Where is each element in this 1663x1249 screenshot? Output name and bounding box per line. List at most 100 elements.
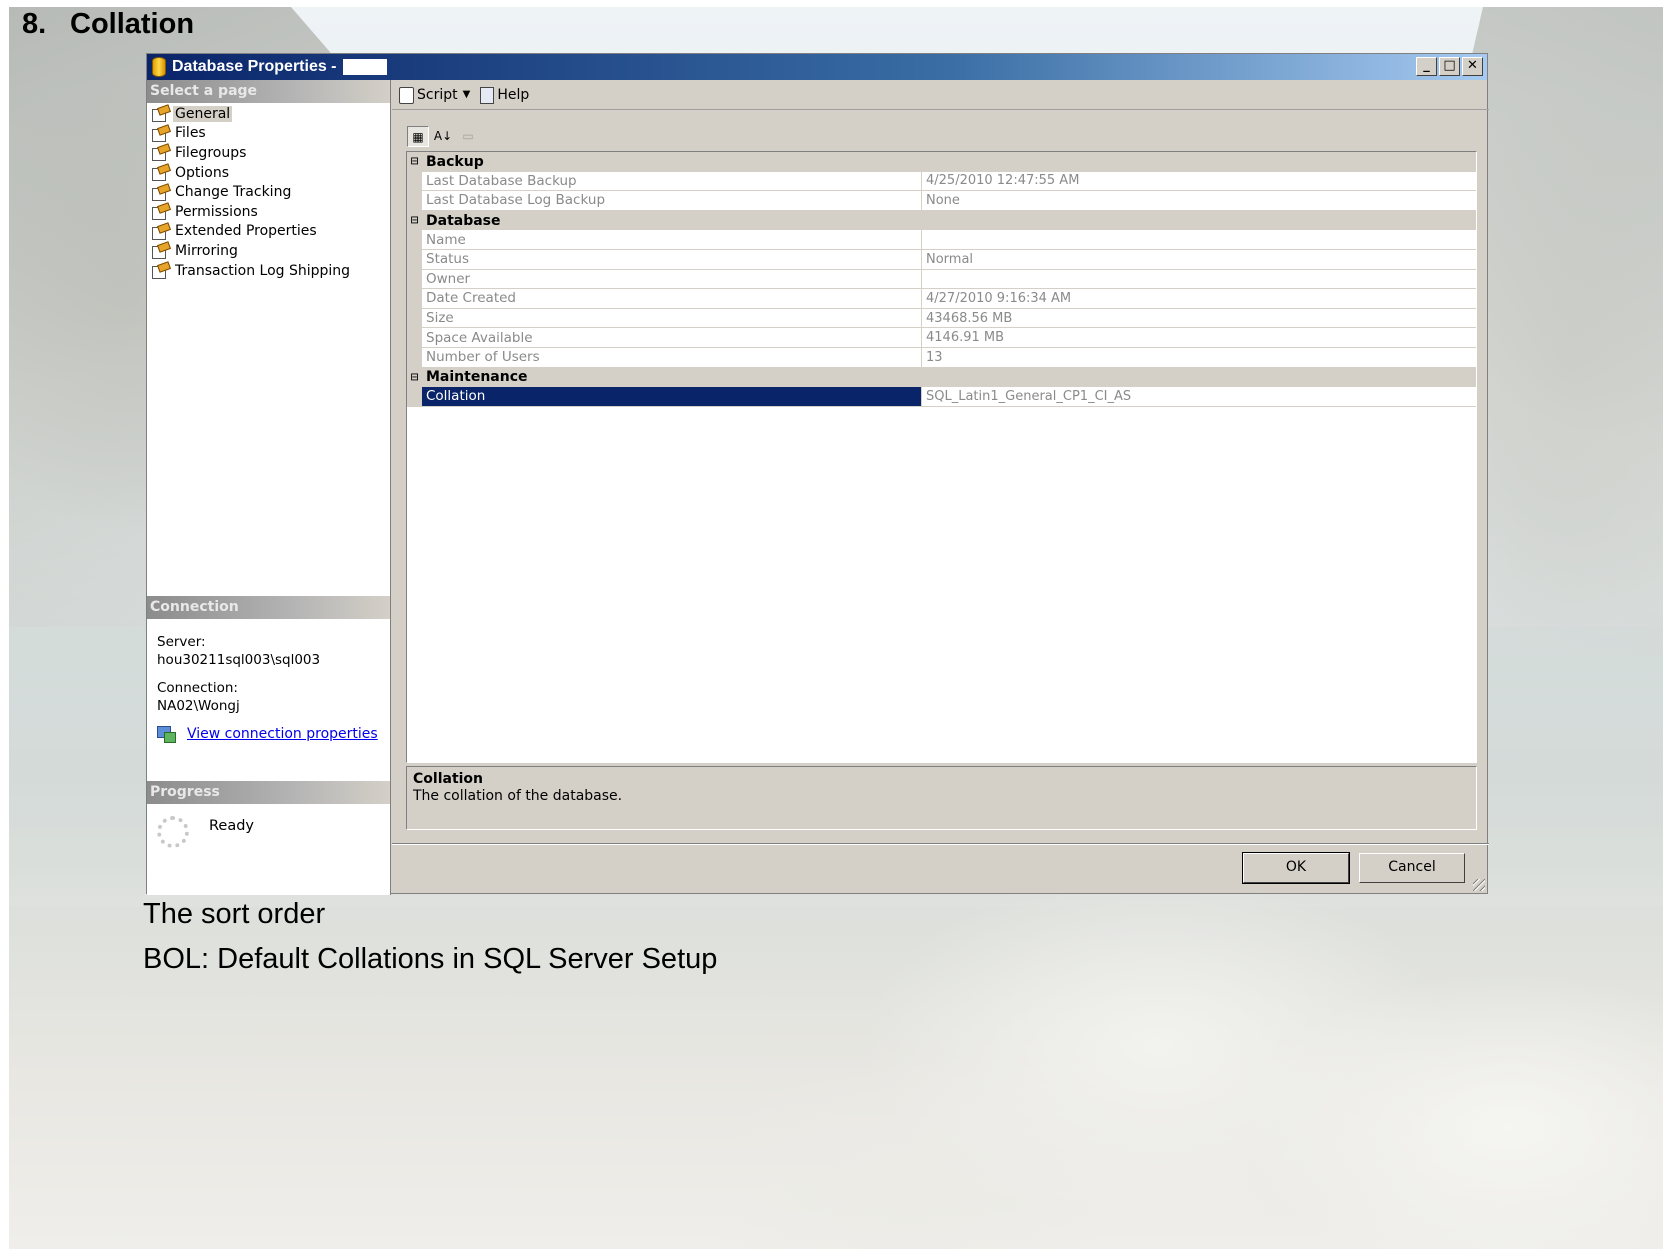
page-icon — [152, 263, 168, 280]
property-value: Normal — [926, 251, 974, 267]
left-panel: Select a page General Files Filegroups O… — [147, 80, 391, 895]
property-value: 4146.91 MB — [926, 330, 1005, 346]
page-item-label: Mirroring — [175, 242, 238, 259]
help-label: Help — [497, 86, 530, 103]
page-item-label: Options — [175, 164, 230, 181]
property-name: Space Available — [422, 328, 922, 347]
page-item-transaction-log-shipping[interactable]: Transaction Log Shipping — [147, 261, 390, 281]
alphabetical-sort-icon[interactable]: A↓ — [432, 126, 454, 147]
property-row[interactable]: Owner — [407, 269, 1476, 290]
database-properties-dialog: Database Properties - _ □ ✕ Select a pag… — [146, 53, 1489, 895]
property-value: 4/25/2010 12:47:55 AM — [926, 173, 1080, 189]
page-item-permissions[interactable]: Permissions — [147, 202, 390, 222]
page-item-label: Extended Properties — [175, 223, 317, 240]
property-row[interactable]: Name — [407, 230, 1476, 250]
page-item-label: Transaction Log Shipping — [175, 262, 351, 279]
page-item-mirroring[interactable]: Mirroring — [147, 241, 390, 261]
progress-section: Progress Ready — [147, 781, 390, 860]
categorized-icon[interactable]: ▦ — [407, 126, 429, 147]
property-name: Size — [422, 308, 922, 328]
property-row[interactable]: Size 43468.56 MB — [407, 308, 1476, 329]
slide-title-text: Collation — [70, 8, 195, 40]
page-item-label: Change Tracking — [175, 184, 292, 201]
page-item-filegroups[interactable]: Filegroups — [147, 143, 390, 163]
ok-button[interactable]: OK — [1242, 852, 1350, 884]
property-value: 4/27/2010 9:16:34 AM — [926, 290, 1072, 306]
page-icon — [152, 243, 168, 260]
page-icon — [152, 126, 168, 142]
property-description: Collation The collation of the database. — [406, 766, 1477, 830]
page-item-general[interactable]: General — [147, 104, 390, 124]
category-label: Database — [426, 212, 501, 229]
property-row[interactable]: Date Created 4/27/2010 9:16:34 AM — [407, 289, 1476, 309]
page-icon — [152, 145, 168, 162]
connection-details: Server: hou30211sql003\sql003 Connection… — [147, 619, 390, 743]
property-row[interactable]: Last Database Log Backup None — [407, 191, 1476, 211]
cancel-button[interactable]: Cancel — [1359, 853, 1465, 883]
page-item-label: Filegroups — [175, 144, 247, 161]
dialog-toolbar: Script ▼ Help — [392, 80, 1489, 110]
property-row[interactable]: Last Database Backup 4/25/2010 12:47:55 … — [407, 171, 1476, 192]
connection-value: NA02\Wongj — [157, 698, 240, 714]
resize-grip-icon[interactable] — [1473, 879, 1485, 891]
slide-caption: BOL: Default Collations in SQL Server Se… — [143, 943, 718, 975]
collapse-icon[interactable]: ⊟ — [407, 213, 422, 228]
slide-caption: The sort order — [143, 898, 326, 930]
window-controls: _ □ ✕ — [1416, 57, 1483, 76]
server-label: Server: — [157, 634, 206, 650]
property-name: Last Database Log Backup — [422, 191, 922, 210]
progress-spinner-icon — [157, 816, 189, 848]
dialog-title: Database Properties - — [172, 58, 337, 75]
page-item-extended-properties[interactable]: Extended Properties — [147, 222, 390, 242]
property-row[interactable]: Status Normal — [407, 249, 1476, 270]
page-item-files[interactable]: Files — [147, 124, 390, 144]
property-name: Last Database Backup — [422, 171, 922, 191]
category-label: Maintenance — [426, 369, 528, 386]
page-item-label: General — [173, 105, 233, 122]
connection-label: Connection: — [157, 680, 238, 696]
collapse-icon[interactable]: ⊟ — [407, 154, 422, 169]
connection-header: Connection — [147, 596, 390, 619]
property-name: Collation — [422, 387, 922, 406]
minimize-button[interactable]: _ — [1416, 57, 1437, 76]
property-pages-icon[interactable]: ▭ — [457, 126, 479, 147]
progress-status: Ready — [209, 818, 255, 834]
property-grid-toolbar: ▦ A↓ ▭ — [407, 126, 482, 147]
category-label: Backup — [426, 153, 484, 170]
property-name: Status — [422, 249, 922, 269]
page-item-options[interactable]: Options — [147, 163, 390, 183]
page-icon — [152, 204, 168, 221]
script-button[interactable]: Script ▼ — [398, 86, 471, 104]
property-row-collation[interactable]: Collation SQL_Latin1_General_CP1_CI_AS — [407, 387, 1476, 407]
select-page-header: Select a page — [147, 80, 390, 103]
property-name: Number of Users — [422, 347, 922, 367]
redacted-database-name — [342, 59, 387, 75]
dialog-titlebar[interactable]: Database Properties - _ □ ✕ — [147, 54, 1487, 80]
maximize-button[interactable]: □ — [1439, 57, 1460, 76]
property-grid: ⊟ Backup Last Database Backup 4/25/2010 … — [406, 151, 1477, 763]
help-button[interactable]: Help — [478, 86, 530, 104]
category-backup[interactable]: ⊟ Backup — [407, 152, 1476, 172]
close-button[interactable]: ✕ — [1462, 57, 1483, 76]
property-name: Name — [422, 230, 922, 249]
server-value: hou30211sql003\sql003 — [157, 652, 321, 668]
view-connection-properties-link[interactable]: View connection properties — [187, 725, 378, 743]
collapse-icon[interactable]: ⊟ — [407, 370, 422, 385]
page-icon — [152, 165, 168, 182]
page-item-label: Files — [175, 125, 206, 142]
divider — [392, 843, 1489, 845]
category-database[interactable]: ⊟ Database — [407, 210, 1476, 231]
property-row[interactable]: Number of Users 13 — [407, 347, 1476, 368]
property-value: None — [926, 192, 960, 208]
category-maintenance[interactable]: ⊟ Maintenance — [407, 367, 1476, 388]
script-icon — [398, 86, 414, 104]
page-item-change-tracking[interactable]: Change Tracking — [147, 182, 390, 202]
description-title: Collation — [413, 771, 484, 787]
property-row[interactable]: Space Available 4146.91 MB — [407, 328, 1476, 348]
description-text: The collation of the database. — [413, 788, 623, 804]
database-icon — [152, 57, 166, 77]
chevron-down-icon[interactable]: ▼ — [463, 89, 471, 100]
property-name: Date Created — [422, 289, 922, 308]
page-item-label: Permissions — [175, 203, 258, 220]
page-icon — [152, 224, 168, 240]
